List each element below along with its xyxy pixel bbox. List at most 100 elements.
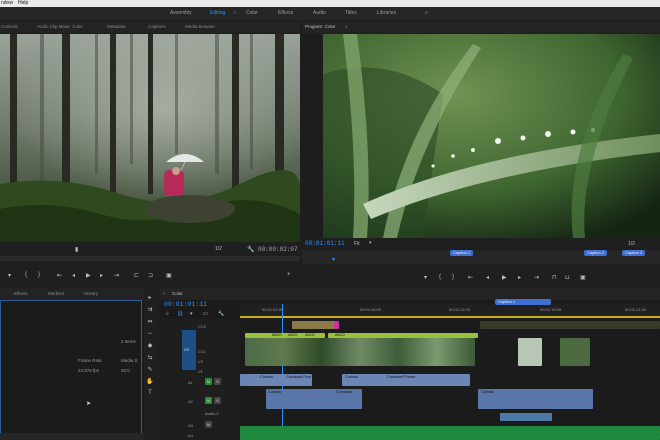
cc2-pink-marker[interactable]	[334, 321, 339, 329]
snap-icon[interactable]: ⊹	[165, 311, 169, 317]
tab-media-browser[interactable]: Media Browser	[185, 24, 215, 29]
a1-clip-1[interactable]: Consta Constant Pow	[240, 374, 312, 386]
sequence-tab[interactable]: Color	[172, 291, 183, 296]
workspace-editing[interactable]: Editing	[210, 10, 225, 16]
a1-clip-2[interactable]: Consta Constant Power	[342, 374, 470, 386]
a3-clip[interactable]	[500, 413, 552, 421]
hand-tool-icon[interactable]: ✋	[146, 378, 154, 386]
timeline-panel: × Color 00:01:01:11 ⊹ ⛓ ▾ ▭ 🔧 00:01:01:0…	[160, 288, 660, 440]
a1-solo-button[interactable]: S	[214, 378, 221, 385]
caption-marker-2[interactable]: Caption 2	[584, 250, 608, 256]
menu-bar: ndow Help	[0, 0, 660, 7]
col-frame-rate[interactable]: Frame Rate	[78, 358, 102, 363]
insert-marker-icon[interactable]: ▮	[75, 246, 78, 253]
timeline-timecode: 00:01:01:11	[164, 301, 207, 308]
workspace-assembly[interactable]: Assembly	[170, 10, 192, 16]
source-panel-tabs: Controls Audio Clip Mixer: Color Metadat…	[0, 21, 300, 33]
fit-dropdown[interactable]: Fit	[354, 241, 360, 247]
workspace-audio[interactable]: Audio	[313, 10, 326, 16]
prog-add-marker-icon[interactable]: ▾	[424, 274, 427, 281]
add-button-icon[interactable]: +	[287, 272, 291, 278]
workspace-menu-icon[interactable]: ≡	[233, 10, 236, 16]
step-back-icon[interactable]: ◂	[72, 272, 75, 279]
a2-clip-1[interactable]: Consta Constant	[266, 389, 362, 409]
a2-clip-2[interactable]: Consta	[478, 389, 593, 409]
export-frame-icon[interactable]: ▣	[166, 272, 172, 279]
a2-solo-button[interactable]: S	[214, 397, 221, 404]
tab-captions[interactable]: Captions	[148, 24, 166, 29]
video-clip-main[interactable]	[245, 338, 475, 366]
workspace-color[interactable]: Color	[246, 10, 258, 16]
type-tool-icon[interactable]: T	[146, 390, 154, 398]
prog-play-icon[interactable]: ▶	[502, 274, 507, 281]
track-headers: CC2 V3 CC1 V2 V1 A1 M S A2 M S Audio 2 A…	[160, 319, 240, 440]
tab-effect-controls[interactable]: Controls	[1, 24, 18, 29]
source-scrubber[interactable]	[0, 256, 300, 261]
add-marker-icon[interactable]: ▾	[8, 272, 11, 279]
a2-mute-button[interactable]: M	[205, 397, 212, 404]
razor-tool-icon[interactable]: ◆	[146, 342, 154, 350]
prog-export-frame-icon[interactable]: ▣	[580, 274, 586, 281]
timeline-caption-marker[interactable]: Caption 1	[495, 299, 551, 305]
play-icon[interactable]: ▶	[86, 272, 91, 279]
prog-mark-in-icon[interactable]: {	[439, 274, 441, 280]
prog-go-to-in-icon[interactable]: ⇤	[468, 274, 473, 281]
work-area-bar[interactable]	[240, 316, 660, 318]
video-clip-2[interactable]	[518, 338, 542, 366]
cc2-clip[interactable]	[292, 321, 336, 329]
cc-icon[interactable]: ▭	[203, 311, 208, 317]
cc2-thumbs[interactable]	[480, 321, 660, 329]
rate-stretch-tool-icon[interactable]: ↔	[146, 330, 154, 338]
workspace-libraries[interactable]: Libraries	[377, 10, 396, 16]
program-fraction[interactable]: 1/2	[628, 241, 635, 247]
ripple-edit-tool-icon[interactable]: ⇹	[146, 318, 154, 326]
insert-icon[interactable]: ⊏	[134, 272, 139, 279]
linked-selection-icon[interactable]: ⛓	[177, 311, 183, 317]
source-fraction[interactable]: 1/2	[215, 246, 222, 252]
prog-step-forward-icon[interactable]: ▸	[518, 274, 521, 281]
video-clip-3[interactable]	[560, 338, 590, 366]
prog-step-back-icon[interactable]: ◂	[486, 274, 489, 281]
mark-out-icon[interactable]: }	[38, 272, 40, 278]
a1-mute-button[interactable]: M	[205, 378, 212, 385]
workspace-effects[interactable]: Effects	[278, 10, 293, 16]
go-to-out-icon[interactable]: ⇥	[114, 272, 119, 279]
extract-icon[interactable]: ⊔	[565, 274, 570, 281]
slip-tool-icon[interactable]: ⇆	[146, 354, 154, 362]
selection-tool-icon[interactable]: ▸	[146, 294, 154, 302]
workspace-overflow-icon[interactable]: »	[425, 10, 428, 16]
go-to-in-icon[interactable]: ⇤	[57, 272, 62, 279]
playhead[interactable]	[282, 304, 283, 440]
settings-wrench-icon[interactable]: 🔧	[218, 311, 224, 317]
menu-help[interactable]: Help	[18, 0, 28, 7]
a4-clip[interactable]	[240, 426, 660, 440]
menu-window[interactable]: ndow	[1, 0, 13, 7]
tab-metadata[interactable]: Metadata	[107, 24, 126, 29]
tab-audio-clip-mixer[interactable]: Audio Clip Mixer: Color	[37, 24, 83, 29]
track-select-tool-icon[interactable]: ⇉	[146, 306, 154, 314]
tab-history[interactable]: History	[84, 291, 98, 296]
tab-markers[interactable]: Markers	[48, 291, 64, 296]
col-media-start[interactable]: Media S	[121, 358, 138, 363]
program-menu-icon[interactable]: ≡	[345, 24, 348, 29]
close-icon[interactable]: ×	[163, 291, 166, 296]
workspace-titles[interactable]: Titles	[345, 10, 357, 16]
track-label-v3: V3	[184, 347, 189, 352]
overwrite-icon[interactable]: ⊐	[148, 272, 153, 279]
prog-go-to-out-icon[interactable]: ⇥	[534, 274, 539, 281]
step-forward-icon[interactable]: ▸	[100, 272, 103, 279]
playhead-icon[interactable]: ▾	[332, 256, 335, 263]
program-title[interactable]: Program: Color	[305, 24, 336, 29]
pen-tool-icon[interactable]: ✎	[146, 366, 154, 374]
ruler-tick-5: 00:01:21:09	[625, 307, 647, 312]
marker-icon[interactable]: ▾	[190, 311, 193, 317]
a3-mute-button[interactable]: M	[205, 421, 212, 428]
wrench-icon[interactable]: 🔧	[247, 246, 254, 253]
project-scrollbar[interactable]	[0, 433, 144, 440]
prog-mark-out-icon[interactable]: }	[452, 274, 454, 280]
caption-marker-1[interactable]: Caption 1	[450, 250, 474, 256]
tab-effects[interactable]: Effects	[14, 291, 28, 296]
lift-icon[interactable]: ⊓	[552, 274, 557, 281]
mark-in-icon[interactable]: {	[25, 272, 27, 278]
caption-marker-3[interactable]: Caption 3	[622, 250, 646, 256]
